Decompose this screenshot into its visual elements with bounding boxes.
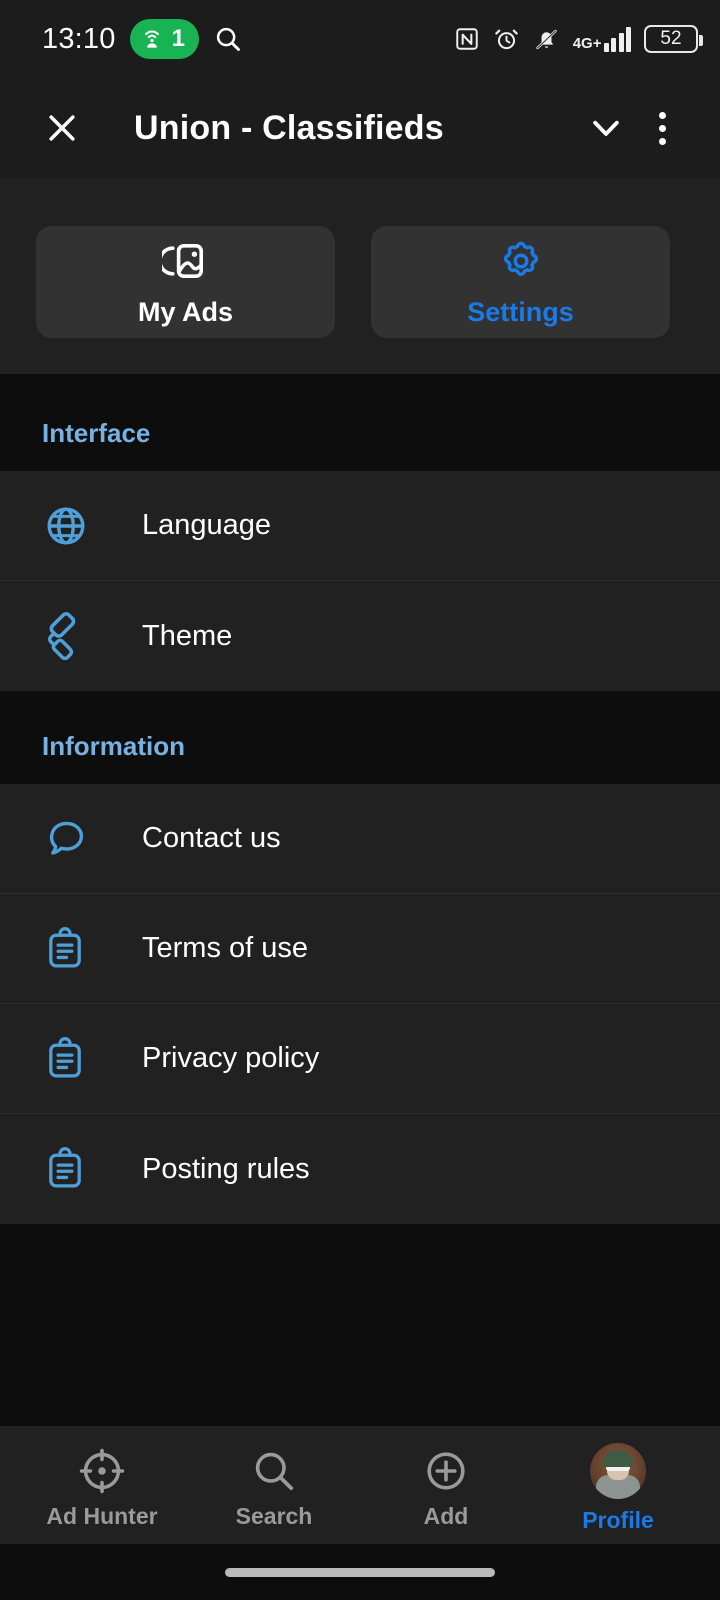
globe-icon bbox=[47, 507, 85, 544]
tab-strip: My Ads Settings bbox=[0, 178, 720, 374]
signal-bars-icon: 4G+ bbox=[573, 26, 631, 52]
tab-settings[interactable]: Settings bbox=[371, 226, 670, 338]
settings-item-contact-us[interactable]: Contact us bbox=[0, 784, 720, 894]
bottom-navigation: Ad Hunter Search Add Profile bbox=[0, 1426, 720, 1544]
section-rows-interface: Language Theme bbox=[0, 471, 720, 691]
nav-item-ad-hunter[interactable]: Ad Hunter bbox=[16, 1447, 188, 1530]
tab-settings-label: Settings bbox=[467, 296, 574, 327]
page-title: Union - Classifieds bbox=[134, 108, 444, 147]
crosshair-icon bbox=[79, 1448, 125, 1493]
nav-item-search[interactable]: Search bbox=[188, 1447, 360, 1530]
search-icon[interactable] bbox=[213, 24, 243, 54]
row-icon-wrap bbox=[42, 502, 100, 550]
images-gallery-icon bbox=[161, 243, 203, 278]
avatar-hat bbox=[603, 1449, 633, 1467]
gesture-bar bbox=[0, 1544, 720, 1600]
hotspot-count: 1 bbox=[171, 25, 185, 52]
settings-item-posting-rules-label: Posting rules bbox=[142, 1152, 310, 1185]
battery-percent: 52 bbox=[660, 28, 682, 49]
alarm-icon bbox=[494, 29, 518, 49]
row-icon-wrap bbox=[42, 1036, 100, 1082]
settings-item-language-label: Language bbox=[142, 509, 272, 541]
settings-item-privacy-policy-label: Privacy policy bbox=[142, 1042, 320, 1074]
chevron-down-icon bbox=[593, 120, 619, 136]
settings-item-language[interactable]: Language bbox=[0, 471, 720, 581]
app-bar: Union - Classifieds bbox=[0, 78, 720, 178]
settings-item-terms-of-use[interactable]: Terms of use bbox=[0, 894, 720, 1004]
section-header-information: Information bbox=[0, 691, 720, 784]
row-icon-wrap bbox=[42, 611, 100, 661]
overflow-menu-button[interactable] bbox=[634, 100, 690, 156]
status-bar-left: 13:10 1 bbox=[42, 19, 243, 59]
row-icon-wrap bbox=[42, 1146, 100, 1192]
settings-item-terms-of-use-label: Terms of use bbox=[142, 932, 308, 964]
speech-bubble-icon bbox=[49, 821, 84, 855]
settings-content: Interface Language Theme Information Con… bbox=[0, 374, 720, 1426]
search-icon bbox=[255, 1452, 294, 1490]
section-header-interface: Interface bbox=[0, 374, 720, 471]
settings-item-theme-label: Theme bbox=[142, 619, 233, 652]
clipboard-icon bbox=[49, 1036, 81, 1077]
settings-item-theme[interactable]: Theme bbox=[0, 581, 720, 691]
status-bar: 13:10 1 4G+ 52 bbox=[0, 0, 720, 78]
status-bar-right: 4G+ 52 bbox=[454, 25, 703, 53]
nav-item-search-label: Search bbox=[235, 1502, 313, 1529]
row-icon-wrap bbox=[42, 815, 100, 863]
section-header-interface-label: Interface bbox=[42, 418, 151, 448]
status-bar-clock: 13:10 bbox=[42, 22, 116, 55]
settings-item-privacy-policy[interactable]: Privacy policy bbox=[0, 1004, 720, 1114]
section-rows-information: Contact us Terms of use Privacy policy P… bbox=[0, 784, 720, 1224]
plus-circle-icon bbox=[427, 1451, 465, 1490]
row-icon-wrap bbox=[42, 926, 100, 972]
battery-icon: 52 bbox=[644, 25, 703, 53]
clipboard-icon bbox=[49, 926, 81, 967]
tab-my-ads-label: My Ads bbox=[137, 296, 233, 327]
nav-item-add-label: Add bbox=[423, 1502, 469, 1529]
network-type-label: 4G+ bbox=[572, 35, 602, 52]
nav-item-profile-label: Profile bbox=[582, 1506, 654, 1533]
bell-muted-icon bbox=[535, 29, 557, 49]
expand-button[interactable] bbox=[578, 100, 634, 156]
nav-item-add[interactable]: Add bbox=[360, 1447, 532, 1530]
nav-item-profile[interactable]: Profile bbox=[532, 1442, 704, 1534]
close-icon bbox=[49, 115, 75, 141]
phone-screen: 13:10 1 4G+ 52 Union - Classifieds My Ad… bbox=[0, 0, 720, 1600]
signal-strength-bars bbox=[603, 26, 631, 52]
clipboard-icon bbox=[49, 1147, 81, 1188]
hotspot-icon bbox=[144, 30, 159, 48]
section-header-information-label: Information bbox=[42, 731, 185, 761]
nav-item-ad-hunter-label: Ad Hunter bbox=[46, 1502, 158, 1529]
kebab-menu-icon bbox=[658, 111, 666, 145]
settings-item-contact-us-label: Contact us bbox=[142, 822, 281, 854]
gesture-pill[interactable] bbox=[225, 1567, 495, 1577]
gear-icon bbox=[503, 241, 538, 276]
tab-my-ads[interactable]: My Ads bbox=[36, 226, 335, 338]
settings-item-posting-rules[interactable]: Posting rules bbox=[0, 1114, 720, 1224]
close-button[interactable] bbox=[34, 100, 90, 156]
nfc-icon bbox=[455, 28, 478, 50]
hotspot-chip[interactable]: 1 bbox=[129, 19, 199, 59]
paint-roller-icon bbox=[47, 612, 76, 661]
avatar-icon bbox=[590, 1442, 646, 1499]
